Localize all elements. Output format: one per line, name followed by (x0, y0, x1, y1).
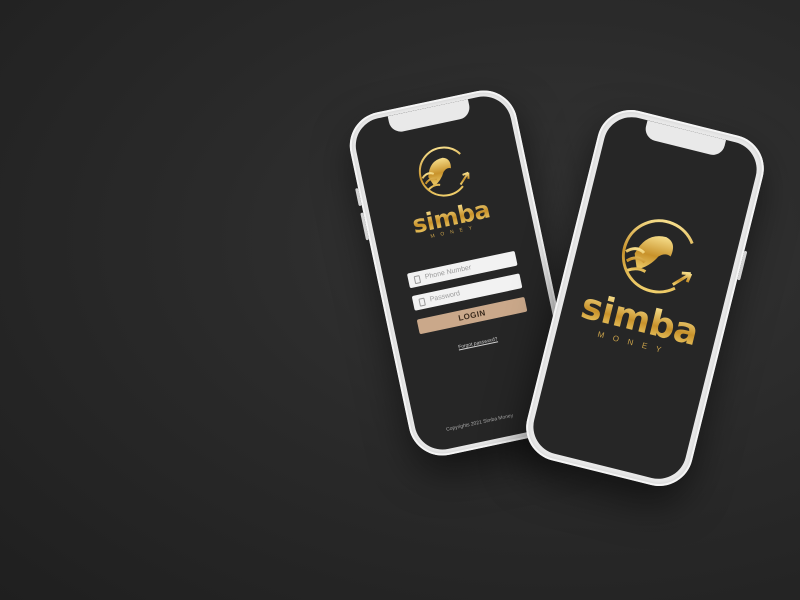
brand-logo: simba MONEY (392, 136, 499, 245)
volume-button (355, 187, 362, 207)
phone-notch (387, 99, 472, 134)
phone-field-icon (413, 274, 422, 284)
lock-field-icon (418, 297, 426, 307)
splash-screen: simba MONEY (527, 111, 763, 485)
volume-button (360, 212, 370, 241)
lion-logo-icon (418, 146, 470, 197)
brand-logo: simba MONEY (570, 200, 729, 363)
phone-mockup-splash: simba MONEY (518, 102, 772, 494)
phone-number-placeholder: Phone Number (424, 264, 472, 281)
phone-notch (643, 120, 727, 158)
power-button (737, 250, 748, 281)
password-placeholder: Password (429, 290, 461, 304)
